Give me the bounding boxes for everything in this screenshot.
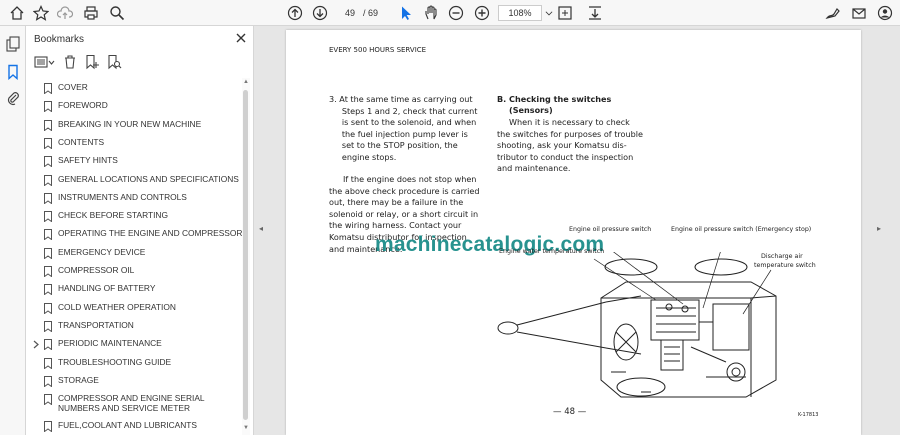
bookmark-icon bbox=[44, 319, 52, 333]
section-b-subtitle: (Sensors) bbox=[509, 105, 553, 115]
zoom-level-select[interactable]: 108% bbox=[498, 5, 542, 21]
next-page-icon[interactable] bbox=[311, 4, 329, 22]
bookmark-icon bbox=[44, 136, 52, 150]
account-icon[interactable] bbox=[876, 4, 894, 22]
bookmark-icon bbox=[44, 209, 52, 223]
print-icon[interactable] bbox=[82, 4, 100, 22]
label-oil-pressure-emergency: Engine oil pressure switch (Emergency st… bbox=[671, 226, 812, 233]
bookmark-icon bbox=[44, 154, 52, 168]
toolbar: / 69 108% bbox=[0, 0, 900, 26]
step-3-text: 3. At the same time as carrying out Step… bbox=[329, 94, 478, 162]
search-icon[interactable] bbox=[108, 4, 126, 22]
bookmark-item[interactable]: SAFETY HINTS bbox=[26, 151, 242, 169]
label-oil-pressure-switch: Engine oil pressure switch bbox=[569, 226, 652, 233]
bookmark-icon bbox=[44, 282, 52, 296]
collapse-right-arrow[interactable]: ▸ bbox=[877, 224, 885, 234]
fit-page-icon[interactable] bbox=[556, 4, 574, 22]
zoom-in-icon[interactable] bbox=[473, 4, 491, 22]
options-menu-icon[interactable] bbox=[34, 54, 56, 70]
bookmark-icon bbox=[44, 356, 52, 369]
bookmark-item[interactable]: BREAKING IN YOUR NEW MACHINE bbox=[26, 115, 242, 133]
bookmark-item[interactable]: TROUBLESHOOTING GUIDE bbox=[26, 353, 242, 371]
bookmark-item[interactable]: STORAGE bbox=[26, 371, 242, 389]
bookmark-icon bbox=[44, 374, 52, 388]
page-number: — 48 — bbox=[553, 407, 587, 417]
compressor-diagram bbox=[497, 252, 777, 398]
attachment-icon[interactable] bbox=[5, 90, 21, 106]
bookmark-item[interactable]: GENERAL LOCATIONS AND SPECIFICATIONS bbox=[26, 170, 242, 188]
document-viewer[interactable]: ◂ ▸ EVERY 500 HOURS SERVICE 3. At the sa… bbox=[254, 26, 900, 435]
bookmark-icon bbox=[44, 246, 52, 260]
previous-page-icon[interactable] bbox=[286, 4, 304, 22]
chevron-down-icon[interactable] bbox=[544, 4, 554, 22]
new-bookmark-icon[interactable] bbox=[84, 54, 100, 70]
bookmark-item[interactable]: OPERATING THE ENGINE AND COMPRESSOR bbox=[26, 224, 242, 242]
cloud-upload-icon[interactable] bbox=[56, 4, 74, 22]
bookmark-item[interactable]: COMPRESSOR OIL bbox=[26, 261, 242, 279]
zoom-out-icon[interactable] bbox=[447, 4, 465, 22]
panel-title: Bookmarks bbox=[34, 34, 85, 45]
bookmark-icon bbox=[44, 392, 52, 406]
scroll-thumb[interactable] bbox=[243, 90, 248, 420]
bookmarks-panel: Bookmarks COVER FOREWORD BREAKING IN YOU… bbox=[26, 26, 254, 435]
select-cursor-icon[interactable] bbox=[397, 4, 415, 22]
bookmark-item[interactable]: EMERGENCY DEVICE bbox=[26, 243, 242, 261]
chevron-right-icon[interactable] bbox=[32, 337, 40, 349]
bookmark-item[interactable]: HANDLING OF BATTERY bbox=[26, 279, 242, 297]
bookmark-icon bbox=[44, 264, 52, 278]
bookmark-list: COVER FOREWORD BREAKING IN YOUR NEW MACH… bbox=[26, 78, 242, 435]
bookmark-icon bbox=[44, 99, 52, 113]
bookmark-icon bbox=[44, 173, 52, 186]
sign-icon[interactable] bbox=[824, 4, 842, 22]
section-b-text: When it is necessary to check the switch… bbox=[497, 117, 643, 174]
bookmark-item[interactable]: COMPRESSOR AND ENGINE SERIAL NUMBERS AND… bbox=[26, 389, 242, 415]
side-rail bbox=[0, 26, 26, 435]
bookmark-icon bbox=[44, 118, 52, 132]
close-icon[interactable] bbox=[234, 31, 248, 45]
bookmark-item[interactable]: CHECK BEFORE STARTING bbox=[26, 206, 242, 224]
pages-thumbnail-icon[interactable] bbox=[5, 36, 21, 52]
bookmark-icon bbox=[44, 191, 52, 205]
bookmark-item[interactable]: FOREWORD bbox=[26, 96, 242, 114]
figure-code: K-17813 bbox=[798, 412, 819, 418]
bookmark-icon bbox=[44, 227, 52, 241]
bookmark-item[interactable]: COLD WEATHER OPERATION bbox=[26, 298, 242, 316]
bookmark-item[interactable]: TRANSPORTATION bbox=[26, 316, 242, 334]
page-total: / 69 bbox=[363, 8, 379, 18]
scroll-mode-icon[interactable] bbox=[586, 4, 604, 22]
star-icon[interactable] bbox=[32, 4, 50, 22]
scroll-down-arrow[interactable]: ▼ bbox=[242, 424, 250, 432]
hand-tool-icon[interactable] bbox=[422, 4, 440, 22]
delete-bookmark-icon[interactable] bbox=[62, 54, 78, 70]
bookmark-item[interactable]: COVER bbox=[26, 78, 242, 96]
bookmark-icon bbox=[44, 301, 52, 315]
bookmark-item[interactable]: PERIODIC MAINTENANCE bbox=[26, 334, 242, 352]
bookmark-icon bbox=[44, 81, 52, 95]
pdf-page: EVERY 500 HOURS SERVICE 3. At the same t… bbox=[286, 30, 861, 435]
bookmark-icon bbox=[44, 419, 52, 433]
scroll-up-arrow[interactable]: ▲ bbox=[242, 78, 250, 86]
bookmark-item[interactable]: FUEL,COOLANT AND LUBRICANTS bbox=[26, 416, 242, 434]
collapse-left-arrow[interactable]: ◂ bbox=[259, 224, 267, 234]
page-header: EVERY 500 HOURS SERVICE bbox=[329, 46, 427, 54]
bookmarks-scrollbar[interactable]: ▲ ▼ bbox=[242, 78, 250, 435]
mail-icon[interactable] bbox=[850, 4, 868, 22]
bookmark-panel-icon[interactable] bbox=[5, 64, 21, 81]
find-bookmark-icon[interactable] bbox=[106, 54, 122, 70]
page-number-input[interactable] bbox=[339, 5, 361, 21]
home-icon[interactable] bbox=[8, 4, 26, 22]
bookmark-item[interactable]: CONTENTS bbox=[26, 133, 242, 151]
bookmark-icon bbox=[44, 337, 52, 351]
section-b-title: B. Checking the switches bbox=[497, 94, 612, 104]
bookmark-item[interactable]: INSTRUMENTS AND CONTROLS bbox=[26, 188, 242, 206]
